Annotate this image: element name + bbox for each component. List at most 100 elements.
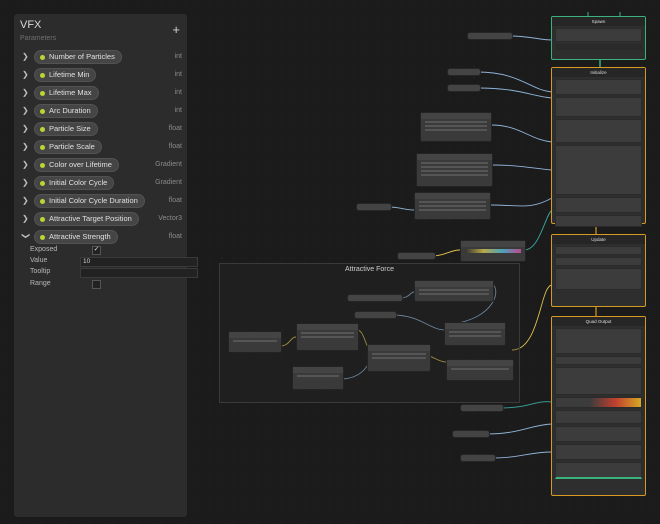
wire (523, 209, 553, 251)
exposed-dot-icon (40, 54, 45, 60)
get-attribute-node[interactable] (292, 366, 344, 390)
range-label: Range (30, 280, 51, 287)
chevron-right-icon[interactable]: ❯ (22, 176, 30, 189)
parameter-type: Gradient (155, 161, 182, 168)
graph-parameter-node[interactable] (356, 203, 392, 211)
chevron-right-icon[interactable]: ❯ (22, 122, 30, 135)
parameter-row[interactable]: ❯ Attractive Target Position Vector3 (22, 212, 182, 226)
parameter-type: float (168, 233, 182, 240)
value-input[interactable]: 10 (80, 257, 198, 267)
sample-gradient-node[interactable] (460, 240, 526, 262)
exposed-dot-icon (40, 72, 45, 78)
wire (490, 164, 553, 171)
graph-parameter-node[interactable] (447, 68, 481, 76)
exposed-dot-icon (40, 198, 45, 204)
chevron-down-icon[interactable]: ❯ (20, 233, 33, 241)
random-number-node[interactable] (420, 112, 492, 142)
wire (431, 249, 461, 257)
update-title: Update (552, 235, 645, 244)
exposed-dot-icon (40, 180, 45, 186)
graph-parameter-node[interactable] (354, 311, 397, 319)
parameter-name: Particle Size (49, 124, 91, 133)
parameter-name: Number of Particles (49, 52, 115, 61)
graph-parameter-node[interactable] (347, 294, 403, 302)
random-number-node[interactable] (416, 153, 493, 187)
parameter-pill[interactable]: Color over Lifetime (34, 158, 119, 172)
random-number-node[interactable] (414, 280, 494, 302)
change-space-node[interactable] (296, 323, 359, 351)
parameter-pill[interactable]: Arc Duration (34, 104, 98, 118)
initialize-context[interactable]: Initialize (551, 67, 646, 227)
add-parameter-button[interactable]: + (172, 23, 180, 36)
parameter-row[interactable]: ❯ Lifetime Min int (22, 68, 182, 82)
parameter-type: float (168, 125, 182, 132)
exposed-row: Exposed ✓ (30, 246, 180, 256)
wire (490, 197, 553, 207)
chevron-right-icon[interactable]: ❯ (22, 86, 30, 99)
chevron-right-icon[interactable]: ❯ (22, 68, 30, 81)
multiply-node[interactable] (444, 322, 506, 346)
parameter-pill[interactable]: Number of Particles (34, 50, 122, 64)
wire (485, 423, 553, 435)
parameter-type: Gradient (155, 179, 182, 186)
output-context[interactable]: Quad Output (551, 316, 646, 496)
graph-parameter-node[interactable] (452, 430, 490, 438)
chevron-right-icon[interactable]: ❯ (22, 140, 30, 153)
parameter-row[interactable]: ❯ Attractive Strength float (20, 230, 182, 244)
range-row: Range (30, 280, 180, 290)
chevron-right-icon[interactable]: ❯ (22, 50, 30, 63)
graph-parameter-node[interactable] (460, 404, 504, 412)
group-title[interactable]: Attractive Force (220, 266, 519, 273)
parameter-row[interactable]: ❯ Arc Duration int (22, 104, 182, 118)
graph-parameter-node[interactable] (447, 84, 481, 92)
parameter-type: int (174, 89, 182, 96)
exposed-dot-icon (40, 144, 45, 150)
graph-parameter-node[interactable] (467, 32, 513, 40)
exposed-dot-icon (40, 216, 45, 222)
parameter-pill[interactable]: Lifetime Max (34, 86, 99, 100)
wire (490, 124, 553, 143)
property-node[interactable] (228, 331, 282, 353)
update-context[interactable]: Update (551, 234, 646, 307)
spawn-context[interactable]: Spawn (551, 16, 646, 60)
chevron-right-icon[interactable]: ❯ (22, 158, 30, 171)
parameter-pill[interactable]: Lifetime Min (34, 68, 97, 82)
blackboard-panel[interactable]: VFX Parameters + ❯ Number of Particles i… (13, 13, 198, 518)
chevron-right-icon[interactable]: ❯ (22, 194, 30, 207)
parameter-row[interactable]: ❯ Color over Lifetime Gradient (22, 158, 182, 172)
normalize-node[interactable] (446, 359, 514, 381)
subtract-node[interactable] (367, 344, 431, 372)
parameter-name: Color over Lifetime (49, 160, 112, 169)
parameter-pill[interactable]: Initial Color Cycle (34, 176, 115, 190)
parameter-type: int (174, 107, 182, 114)
parameter-pill[interactable]: Particle Size (34, 122, 98, 136)
exposed-dot-icon (40, 162, 45, 168)
output-title: Quad Output (552, 317, 645, 326)
parameter-name: Arc Duration (49, 106, 91, 115)
parameter-pill[interactable]: Attractive Target Position (34, 212, 139, 226)
parameter-type: float (168, 143, 182, 150)
parameter-pill[interactable]: Initial Color Cycle Duration (34, 194, 145, 208)
range-checkbox[interactable] (92, 280, 101, 289)
parameter-pill[interactable]: Attractive Strength (34, 230, 118, 244)
parameter-row[interactable]: ❯ Initial Color Cycle Gradient (22, 176, 182, 190)
exposed-label: Exposed (30, 246, 58, 253)
chevron-right-icon[interactable]: ❯ (22, 104, 30, 117)
wire (491, 451, 553, 459)
parameter-name: Initial Color Cycle (49, 178, 108, 187)
exposed-checkbox[interactable]: ✓ (92, 246, 101, 255)
graph-parameter-node[interactable] (397, 252, 436, 260)
exposed-dot-icon (40, 126, 45, 132)
parameter-name: Initial Color Cycle Duration (49, 196, 138, 205)
parameter-pill[interactable]: Particle Scale (34, 140, 102, 154)
parameter-type: Vector3 (158, 215, 182, 222)
random-number-node[interactable] (414, 192, 491, 220)
parameter-row[interactable]: ❯ Particle Size float (22, 122, 182, 136)
tooltip-input[interactable] (80, 268, 198, 278)
parameter-row[interactable]: ❯ Number of Particles int (22, 50, 182, 64)
parameter-row[interactable]: ❯ Particle Scale float (22, 140, 182, 154)
chevron-right-icon[interactable]: ❯ (22, 212, 30, 225)
graph-parameter-node[interactable] (460, 454, 496, 462)
parameter-row[interactable]: ❯ Lifetime Max int (22, 86, 182, 100)
parameter-row[interactable]: ❯ Initial Color Cycle Duration float (22, 194, 182, 208)
